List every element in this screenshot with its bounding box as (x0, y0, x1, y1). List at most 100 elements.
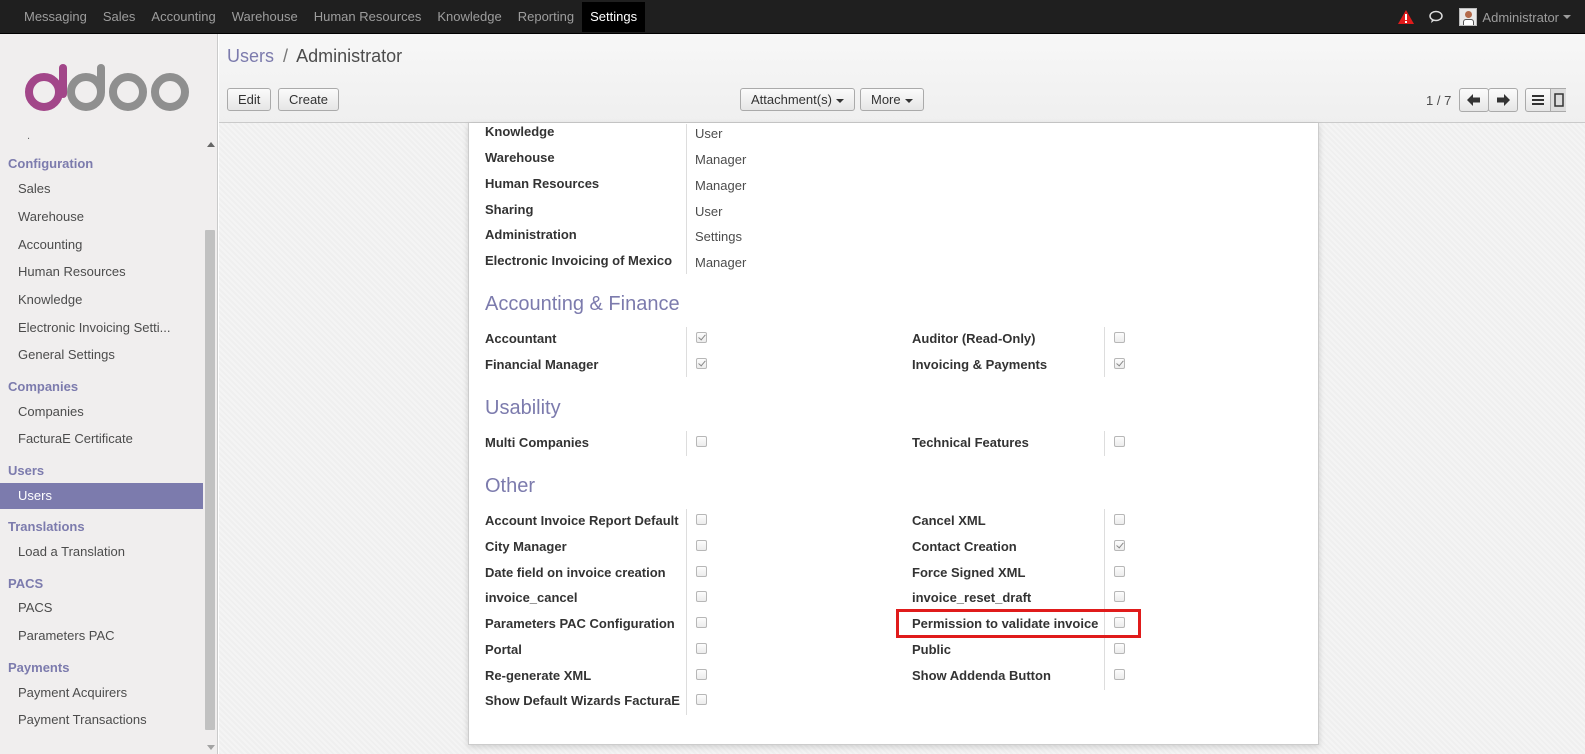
list-icon (1532, 95, 1544, 105)
checkbox-date-field-invoice-creation[interactable] (696, 566, 707, 577)
sidebar-item-users[interactable]: Users (0, 483, 203, 509)
sidebar-section-payments: Payments (8, 660, 70, 675)
column-divider (1104, 431, 1105, 456)
menu-human-resources[interactable]: Human Resources (306, 2, 430, 32)
menu-warehouse[interactable]: Warehouse (224, 2, 306, 32)
sidebar-truncated-item: . (27, 130, 31, 142)
top-navbar: Messaging Sales Accounting Warehouse Hum… (0, 0, 1585, 34)
sidebar-item-electronic-invoicing[interactable]: Electronic Invoicing Setti... (0, 315, 203, 341)
user-menu[interactable]: Administrator (1459, 8, 1571, 26)
edit-button[interactable]: Edit (227, 88, 272, 111)
sidebar-item-payment-transactions[interactable]: Payment Transactions (0, 707, 203, 733)
checkbox-invoicing-payments[interactable] (1114, 358, 1125, 369)
list-view-button[interactable] (1525, 88, 1551, 112)
arrow-left-icon (1467, 94, 1480, 106)
group-title-other: Other (485, 475, 536, 497)
field-label-force-signed-xml: Force Signed XML (912, 565, 1026, 580)
checkbox-invoice-reset-draft[interactable] (1114, 591, 1125, 602)
checkbox-technical-features[interactable] (1114, 436, 1125, 447)
sidebar-item-warehouse[interactable]: Warehouse (0, 204, 203, 230)
field-value-electronic-invoicing[interactable]: Manager (695, 255, 746, 270)
field-label-multi-companies: Multi Companies (485, 435, 590, 450)
alert-icon[interactable] (1397, 9, 1415, 25)
user-name: Administrator (1482, 9, 1559, 25)
checkbox-parameters-pac-configuration[interactable] (696, 617, 707, 628)
sidebar-item-general-settings[interactable]: General Settings (0, 342, 203, 368)
scroll-thumb[interactable] (205, 230, 215, 730)
sidebar-item-accounting[interactable]: Accounting (0, 232, 203, 258)
sidebar-section-users: Users (8, 463, 45, 478)
form-view-button[interactable] (1550, 88, 1566, 112)
field-label-show-default-wizards-facturae: Show Default Wizards FacturaE (485, 693, 680, 708)
create-button[interactable]: Create (278, 88, 340, 111)
field-label-auditor: Auditor (Read-Only) (912, 331, 1036, 346)
field-label-portal: Portal (485, 642, 522, 657)
checkbox-contact-creation[interactable] (1114, 540, 1125, 551)
main-menu: Messaging Sales Accounting Warehouse Hum… (16, 0, 646, 34)
checkbox-cancel-xml[interactable] (1114, 514, 1125, 525)
sidebar-item-facturae-certificate[interactable]: FacturaE Certificate (0, 426, 203, 452)
column-divider (1104, 509, 1105, 690)
sidebar-item-companies[interactable]: Companies (0, 399, 203, 425)
menu-reporting[interactable]: Reporting (510, 2, 582, 32)
avatar (1459, 8, 1478, 26)
attachments-label: Attachment(s) (751, 92, 832, 107)
field-value-knowledge[interactable]: User (695, 126, 722, 141)
field-label-contact-creation: Contact Creation (912, 539, 1017, 554)
scroll-up-arrow-icon[interactable] (207, 142, 215, 147)
column-divider (686, 509, 687, 715)
checkbox-invoice-cancel[interactable] (696, 591, 707, 602)
attachments-button[interactable]: Attachment(s) (740, 88, 855, 111)
checkbox-account-invoice-report-default[interactable] (696, 514, 707, 525)
sidebar-section-pacs: PACS (8, 576, 44, 591)
checkbox-city-manager[interactable] (696, 540, 707, 551)
checkbox-show-addenda-button[interactable] (1114, 669, 1125, 680)
checkbox-multi-companies[interactable] (696, 436, 707, 447)
sidebar-item-load-translation[interactable]: Load a Translation (0, 539, 203, 565)
sidebar-item-parameters-pac[interactable]: Parameters PAC (0, 623, 203, 649)
more-button[interactable]: More (860, 88, 924, 111)
field-label-sharing: Sharing (485, 202, 534, 217)
sidebar-scrollbar[interactable] (203, 138, 217, 754)
checkbox-auditor[interactable] (1114, 332, 1125, 343)
menu-accounting[interactable]: Accounting (143, 2, 223, 32)
highlight-box (896, 609, 1141, 638)
odoo-logo (25, 64, 189, 111)
sidebar-section-translations: Translations (8, 519, 85, 534)
caret-down-icon (835, 98, 844, 103)
pager-previous-button[interactable] (1459, 88, 1489, 112)
chat-icon[interactable] (1429, 10, 1445, 24)
pager-next-button[interactable] (1488, 88, 1518, 112)
field-label-technical-features: Technical Features (912, 435, 1029, 450)
breadcrumb-separator: / (283, 46, 289, 66)
checkbox-regenerate-xml[interactable] (696, 669, 707, 680)
menu-settings[interactable]: Settings (582, 2, 646, 32)
field-value-administration[interactable]: Settings (695, 229, 742, 244)
checkbox-portal[interactable] (696, 643, 707, 654)
sidebar-item-payment-acquirers[interactable]: Payment Acquirers (0, 680, 203, 706)
pager-counter[interactable]: 1 / 7 (1426, 93, 1451, 108)
menu-sales[interactable]: Sales (95, 2, 144, 32)
scroll-down-arrow-icon[interactable] (207, 745, 215, 750)
form-sheet (468, 123, 1319, 745)
field-label-accountant: Accountant (485, 331, 557, 346)
checkbox-force-signed-xml[interactable] (1114, 566, 1125, 577)
checkbox-financial-manager[interactable] (696, 358, 707, 369)
field-value-human-resources[interactable]: Manager (695, 178, 746, 193)
menu-messaging[interactable]: Messaging (16, 2, 95, 32)
sidebar-item-sales[interactable]: Sales (0, 176, 203, 202)
checkbox-show-default-wizards-facturae[interactable] (696, 694, 707, 705)
checkbox-public[interactable] (1114, 643, 1125, 654)
menu-knowledge[interactable]: Knowledge (429, 2, 509, 32)
field-label-show-addenda-button: Show Addenda Button (912, 668, 1051, 683)
sidebar-item-human-resources[interactable]: Human Resources (0, 259, 203, 285)
sidebar-item-pacs[interactable]: PACS (0, 595, 203, 621)
checkbox-accountant[interactable] (696, 332, 707, 343)
sidebar-item-knowledge[interactable]: Knowledge (0, 287, 203, 313)
field-label-parameters-pac-configuration: Parameters PAC Configuration (485, 616, 675, 631)
field-value-warehouse[interactable]: Manager (695, 152, 746, 167)
field-value-sharing[interactable]: User (695, 204, 722, 219)
field-label-invoice-reset-draft: invoice_reset_draft (912, 590, 1032, 605)
sidebar-section-configuration: Configuration (8, 156, 94, 171)
breadcrumb-users-link[interactable]: Users (227, 46, 274, 66)
